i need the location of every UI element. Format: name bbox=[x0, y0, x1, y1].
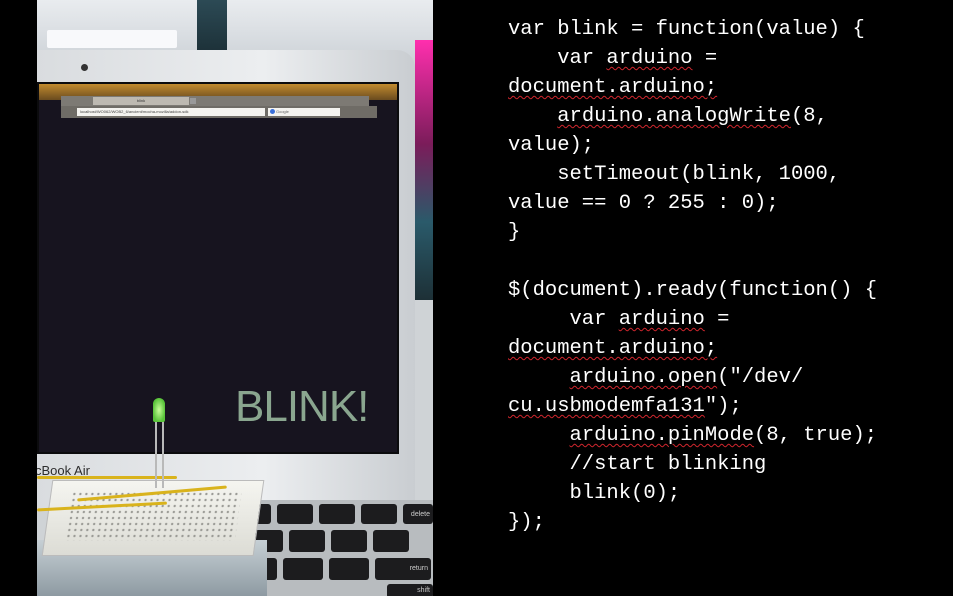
keyboard-key bbox=[283, 558, 323, 580]
background-display bbox=[415, 40, 433, 300]
return-key: return bbox=[375, 558, 431, 580]
laptop-screen: blink localhost/WO062/WOB2_6/ancient/moc… bbox=[37, 82, 399, 454]
google-icon bbox=[270, 109, 275, 114]
code-listing: var blink = function(value) { var arduin… bbox=[508, 15, 877, 537]
code-token-flagged: arduino bbox=[618, 308, 705, 331]
laptop: blink localhost/WO062/WOB2_6/ancient/moc… bbox=[37, 50, 415, 510]
keyboard-key bbox=[277, 504, 313, 524]
code-token: var bbox=[508, 47, 607, 70]
keyboard-key bbox=[361, 504, 397, 524]
code-token: }); bbox=[508, 511, 545, 534]
browser-tab[interactable]: blink bbox=[93, 97, 189, 105]
code-line: var blink = function(value) { bbox=[508, 15, 877, 44]
search-box[interactable]: Google bbox=[268, 108, 340, 116]
delete-key: delete bbox=[403, 504, 433, 524]
code-line: arduino.open("/dev/ bbox=[508, 363, 877, 392]
code-token: var blink = function(value) { bbox=[508, 18, 865, 41]
code-token-flagged: document.arduino; bbox=[508, 337, 718, 360]
code-token: setTimeout(blink, 1000, bbox=[508, 163, 841, 186]
code-line: arduino.analogWrite(8, bbox=[508, 102, 877, 131]
search-placeholder: Google bbox=[276, 109, 289, 114]
code-token-flagged: document.arduino; bbox=[508, 76, 718, 99]
keyboard-key bbox=[289, 530, 325, 552]
code-token-flagged: arduino.open bbox=[569, 366, 718, 389]
code-line: cu.usbmodemfa131"); bbox=[508, 392, 877, 421]
code-line: document.arduino; bbox=[508, 73, 877, 102]
green-led bbox=[153, 398, 165, 422]
code-line: } bbox=[508, 218, 877, 247]
keyboard-key bbox=[319, 504, 355, 524]
code-line: }); bbox=[508, 508, 877, 537]
code-token-flagged: cu.usbmodemfa131 bbox=[508, 395, 705, 418]
code-token-flagged: arduino.analogWrite bbox=[557, 105, 791, 128]
keyboard-key bbox=[373, 530, 409, 552]
code-line: //start blinking bbox=[508, 450, 877, 479]
code-line: $(document).ready(function() { bbox=[508, 276, 877, 305]
led-leg bbox=[155, 420, 157, 488]
code-token: = bbox=[704, 308, 730, 331]
new-tab-button[interactable] bbox=[190, 98, 196, 104]
code-token-flagged: arduino bbox=[606, 47, 693, 70]
blink-message: BLINK! bbox=[235, 382, 369, 431]
shift-key: shift bbox=[387, 584, 433, 596]
code-line: var arduino = bbox=[508, 305, 877, 334]
url-bar[interactable]: localhost/WO062/WOB2_6/ancient/mocha-moz… bbox=[77, 108, 265, 116]
code-line: value); bbox=[508, 131, 877, 160]
code-token: ("/dev/ bbox=[717, 366, 804, 389]
code-token-flagged: arduino.pinMode bbox=[569, 424, 755, 447]
code-line: blink(0); bbox=[508, 479, 877, 508]
code-token: //start blinking bbox=[508, 453, 767, 476]
keyboard-key bbox=[329, 558, 369, 580]
code-token: (8, bbox=[790, 105, 828, 128]
code-token: (8, true); bbox=[754, 424, 878, 447]
code-line: document.arduino; bbox=[508, 334, 877, 363]
code-line: var arduino = bbox=[508, 44, 877, 73]
keyboard-key bbox=[331, 530, 367, 552]
code-token: blink(0); bbox=[508, 482, 681, 505]
code-line: arduino.pinMode(8, true); bbox=[508, 421, 878, 450]
code-token: $(document).ready(function() { bbox=[508, 279, 878, 302]
code-token: = bbox=[692, 47, 718, 70]
ceiling-light bbox=[47, 30, 177, 48]
code-token: var bbox=[508, 308, 619, 331]
arduino-demo-photo: blink localhost/WO062/WOB2_6/ancient/moc… bbox=[37, 0, 433, 596]
code-token: } bbox=[508, 221, 521, 244]
led-leg bbox=[162, 420, 164, 488]
code-token: value); bbox=[508, 134, 595, 157]
code-line: value == 0 ? 255 : 0); bbox=[508, 189, 877, 218]
code-line: setTimeout(blink, 1000, bbox=[508, 160, 877, 189]
code-token: "); bbox=[704, 395, 742, 418]
webcam bbox=[81, 64, 88, 71]
browser-toolbar: localhost/WO062/WOB2_6/ancient/mocha-moz… bbox=[61, 106, 377, 118]
code-token: value == 0 ? 255 : 0); bbox=[508, 192, 779, 215]
